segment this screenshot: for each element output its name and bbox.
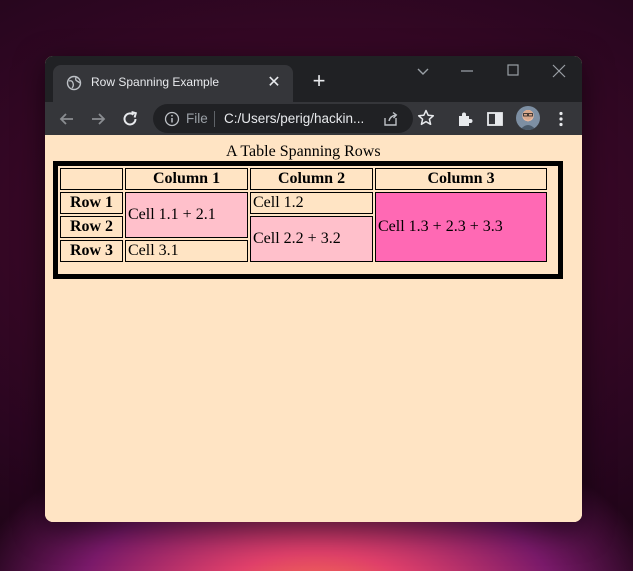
title-bar: Row Spanning Example ✕ + xyxy=(45,56,582,102)
url-text[interactable]: C:/Users/perig/hackin... xyxy=(224,111,364,126)
active-tab[interactable]: Row Spanning Example ✕ xyxy=(53,65,293,102)
header-column-2: Column 2 xyxy=(250,168,373,190)
tab-search-icon[interactable] xyxy=(412,62,434,80)
minimize-icon[interactable] xyxy=(456,62,478,80)
info-icon[interactable] xyxy=(164,111,180,127)
cell-2-2-span-3-2: Cell 2.2 + 3.2 xyxy=(250,216,373,262)
forward-icon[interactable] xyxy=(87,108,109,130)
cell-1-1-span-2-1: Cell 1.1 + 2.1 xyxy=(125,192,248,238)
rowspan-table: Column 1 Column 2 Column 3 Row 1 Row 2 R… xyxy=(53,161,563,279)
extensions-puzzle-icon[interactable] xyxy=(454,108,476,130)
menu-kebab-icon[interactable] xyxy=(550,108,572,130)
cell-3-1: Cell 3.1 xyxy=(125,240,248,262)
browser-window: Row Spanning Example ✕ + File C:/Users/p… xyxy=(45,56,582,522)
close-tab-icon[interactable]: ✕ xyxy=(265,74,283,92)
omnibox-divider xyxy=(214,111,215,127)
cell-1-2: Cell 1.2 xyxy=(250,192,373,214)
row-header-3: Row 3 xyxy=(60,240,123,262)
avatar-face-icon xyxy=(520,110,536,130)
tab-title: Row Spanning Example xyxy=(91,75,220,89)
maximize-icon[interactable] xyxy=(502,62,524,80)
profile-avatar[interactable] xyxy=(516,106,540,130)
header-column-3: Column 3 xyxy=(375,168,547,190)
new-tab-button[interactable]: + xyxy=(307,70,331,94)
header-column-1: Column 1 xyxy=(125,168,248,190)
reload-icon[interactable] xyxy=(119,108,141,130)
header-corner-cell xyxy=(60,168,123,190)
row-header-2: Row 2 xyxy=(60,216,123,238)
bookmark-star-icon[interactable] xyxy=(416,108,436,128)
back-icon[interactable] xyxy=(56,108,78,130)
file-scheme-label: File xyxy=(186,111,208,126)
browser-toolbar: File C:/Users/perig/hackin... xyxy=(45,102,582,135)
address-bar[interactable]: File C:/Users/perig/hackin... xyxy=(153,104,413,133)
table-caption: A Table Spanning Rows xyxy=(226,143,381,160)
row-header-1: Row 1 xyxy=(60,192,123,214)
share-icon[interactable] xyxy=(382,110,400,128)
cell-1-3-span-3-3: Cell 1.3 + 2.3 + 3.3 xyxy=(375,192,547,262)
globe-icon xyxy=(66,75,82,91)
close-window-icon[interactable] xyxy=(548,62,570,80)
side-panel-icon[interactable] xyxy=(484,108,506,130)
